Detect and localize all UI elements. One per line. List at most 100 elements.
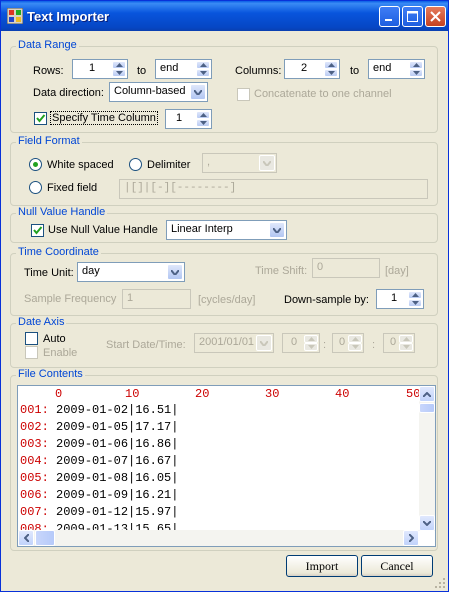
- sample-frequency-value: 1: [127, 292, 134, 304]
- spin-up-icon[interactable]: [399, 335, 413, 343]
- spin-down-icon[interactable]: [399, 343, 413, 351]
- second-spinner[interactable]: [399, 335, 413, 351]
- content-line: 004: 2009-01-07|16.67|: [20, 454, 178, 468]
- delimiter-select[interactable]: ,: [202, 153, 277, 173]
- import-button[interactable]: Import: [286, 555, 358, 577]
- downsample-spinner[interactable]: [408, 291, 422, 307]
- null-value-legend: Null Value Handle: [16, 206, 108, 218]
- second-stepper[interactable]: 0: [383, 333, 415, 353]
- line-number: 007:: [20, 505, 49, 519]
- spin-up-icon[interactable]: [196, 111, 210, 119]
- chevron-left-icon: [23, 534, 29, 542]
- minimize-button[interactable]: [379, 6, 400, 27]
- columns-from-input[interactable]: 2: [284, 59, 340, 79]
- data-range-legend: Data Range: [16, 39, 79, 51]
- fixed-field-value: |[]|[-][--------]: [124, 182, 237, 194]
- spin-up-icon[interactable]: [408, 291, 422, 299]
- null-value-checkbox[interactable]: [31, 224, 44, 237]
- columns-from-value: 2: [301, 62, 308, 74]
- chevron-down-icon[interactable]: [167, 264, 183, 280]
- chevron-down-icon[interactable]: [256, 335, 272, 351]
- fixed-field-radio[interactable]: [29, 181, 42, 194]
- delimiter-radio[interactable]: [129, 158, 142, 171]
- fixed-field-input[interactable]: |[]|[-][--------]: [119, 179, 428, 199]
- ruler-mark: 10: [125, 387, 140, 401]
- spin-up-icon[interactable]: [409, 61, 423, 69]
- title-bar[interactable]: Text Importer: [1, 1, 448, 31]
- field-format-legend: Field Format: [16, 135, 82, 147]
- minute-spinner[interactable]: [348, 335, 362, 351]
- spin-up-icon[interactable]: [348, 335, 362, 343]
- rows-to-input[interactable]: end: [155, 59, 212, 79]
- columns-to-spinner[interactable]: [409, 61, 423, 77]
- white-spaced-label: White spaced: [47, 159, 114, 171]
- spin-down-icon[interactable]: [324, 69, 338, 77]
- rows-to-label: to: [137, 65, 147, 77]
- columns-to-input[interactable]: end: [368, 59, 425, 79]
- time-column-input[interactable]: 1: [165, 109, 212, 129]
- spin-down-icon[interactable]: [112, 69, 126, 77]
- content-line: 001: 2009-01-02|16.51|: [20, 403, 178, 417]
- null-method-select[interactable]: Linear Interp: [166, 220, 287, 240]
- file-contents-view[interactable]: 0 10 20 30 40 50 001: 2009-01-02|16.51| …: [17, 385, 436, 547]
- time-unit-select[interactable]: day: [77, 262, 185, 282]
- spin-down-icon[interactable]: [408, 299, 422, 307]
- spin-down-icon[interactable]: [409, 69, 423, 77]
- columns-from-spinner[interactable]: [324, 61, 338, 77]
- chevron-down-icon[interactable]: [190, 84, 206, 100]
- cancel-button[interactable]: Cancel: [361, 555, 433, 577]
- time-shift-input[interactable]: 0: [312, 258, 380, 278]
- rows-from-input[interactable]: 1: [72, 59, 128, 79]
- rows-to-spinner[interactable]: [196, 61, 210, 77]
- hour-spinner[interactable]: [304, 335, 318, 351]
- downsample-value: 1: [391, 292, 398, 304]
- start-date-picker[interactable]: 2001/01/01: [194, 333, 274, 353]
- minimize-icon: [385, 19, 392, 21]
- scroll-right-button[interactable]: [403, 530, 419, 546]
- horizontal-scrollbar[interactable]: [18, 530, 419, 546]
- scroll-left-button[interactable]: [18, 530, 34, 546]
- maximize-button[interactable]: [402, 6, 423, 27]
- close-icon: [430, 11, 441, 22]
- white-spaced-radio[interactable]: [29, 158, 42, 171]
- line-text: 2009-01-02|16.51|: [48, 403, 179, 417]
- concat-checkbox[interactable]: [237, 88, 250, 101]
- rows-from-spinner[interactable]: [112, 61, 126, 77]
- minute-stepper[interactable]: 0: [332, 333, 364, 353]
- spin-down-icon[interactable]: [348, 343, 362, 351]
- horizontal-scroll-thumb[interactable]: [35, 530, 55, 546]
- vertical-scroll-thumb[interactable]: [419, 403, 435, 413]
- columns-label: Columns:: [235, 65, 282, 77]
- time-column-label[interactable]: Specify Time Column: [50, 111, 158, 125]
- vertical-scrollbar[interactable]: [419, 386, 435, 531]
- hour-value: 0: [291, 336, 298, 348]
- chevron-down-icon[interactable]: [269, 222, 285, 238]
- spin-down-icon[interactable]: [196, 119, 210, 127]
- scroll-up-button[interactable]: [419, 386, 435, 402]
- enable-checkbox[interactable]: [25, 346, 38, 359]
- resize-grip-icon[interactable]: [434, 577, 446, 589]
- spin-up-icon[interactable]: [304, 335, 318, 343]
- ruler-mark: 30: [265, 387, 280, 401]
- time-column-checkbox[interactable]: [34, 112, 47, 125]
- spin-up-icon[interactable]: [196, 61, 210, 69]
- downsample-input[interactable]: 1: [376, 289, 424, 309]
- spin-down-icon[interactable]: [196, 69, 210, 77]
- spin-up-icon[interactable]: [324, 61, 338, 69]
- auto-checkbox[interactable]: [25, 332, 38, 345]
- close-button[interactable]: [425, 6, 446, 27]
- concat-label: Concatenate to one channel: [254, 88, 392, 100]
- sample-frequency-input[interactable]: 1: [122, 289, 191, 309]
- line-text: 2009-01-06|16.86|: [48, 437, 179, 451]
- chevron-down-icon[interactable]: [259, 155, 275, 171]
- hour-stepper[interactable]: 0: [282, 333, 320, 353]
- line-text: 2009-01-05|17.17|: [48, 420, 179, 434]
- spin-up-icon[interactable]: [112, 61, 126, 69]
- direction-select[interactable]: Column-based: [109, 82, 208, 102]
- line-text: 2009-01-12|15.97|: [48, 505, 179, 519]
- spin-down-icon[interactable]: [304, 343, 318, 351]
- content-line: 007: 2009-01-12|15.97|: [20, 505, 178, 519]
- radio-dot-icon: [33, 162, 38, 167]
- scroll-down-button[interactable]: [419, 515, 435, 531]
- time-column-spinner[interactable]: [196, 111, 210, 127]
